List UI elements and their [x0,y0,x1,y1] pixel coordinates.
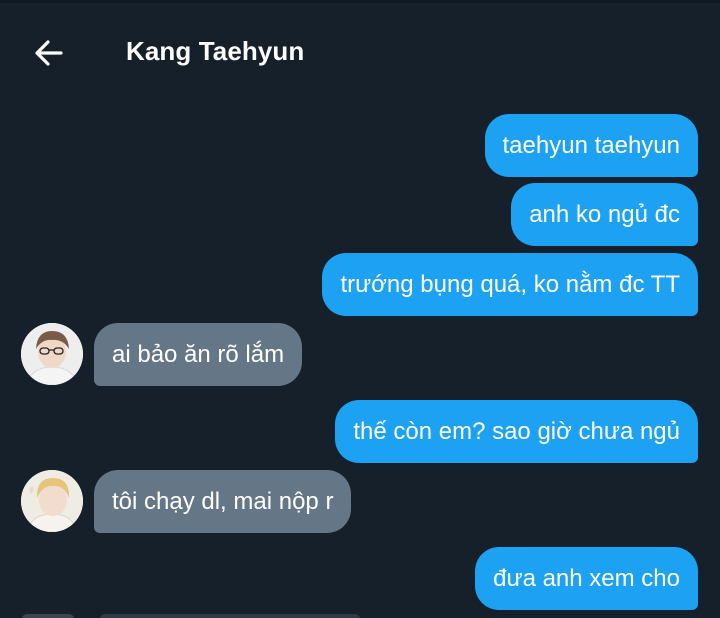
avatar-image [21,323,83,385]
next-bubble-peek [100,614,360,618]
sent-message-bubble[interactable]: đưa anh xem cho [475,547,698,610]
next-avatar-peek [22,614,74,618]
message-text: anh ko ngủ đc [529,200,680,228]
message-text: thế còn em? sao giờ chưa ngủ [353,417,680,445]
sent-message-bubble[interactable]: trướng bụng quá, ko nằm đc TT [322,253,698,316]
sent-message-bubble[interactable]: taehyun taehyun [484,114,698,177]
received-message-bubble[interactable]: ai bảo ăn rõ lắm [94,323,303,386]
message-text: taehyun taehyun [502,131,680,159]
chat-screen: Kang Taehyun taehyun taehyun anh ko ngủ … [0,0,720,618]
contact-avatar[interactable] [21,470,83,532]
avatar-image [21,470,83,532]
sent-message-bubble[interactable]: anh ko ngủ đc [511,183,698,246]
conversation-title: Kang Taehyun [126,36,305,66]
received-message-bubble[interactable]: tôi chạy dl, mai nộp r [94,470,352,533]
message-text: tôi chạy dl, mai nộp r [112,487,334,515]
message-text: đưa anh xem cho [493,564,680,592]
arrow-left-icon [35,40,63,66]
contact-avatar[interactable] [21,323,83,385]
chat-header: Kang Taehyun [0,0,720,100]
sent-message-bubble[interactable]: thế còn em? sao giờ chưa ngủ [335,400,698,463]
message-text: ai bảo ăn rõ lắm [112,340,285,368]
message-text: trướng bụng quá, ko nằm đc TT [340,270,680,298]
back-button[interactable] [26,30,72,76]
